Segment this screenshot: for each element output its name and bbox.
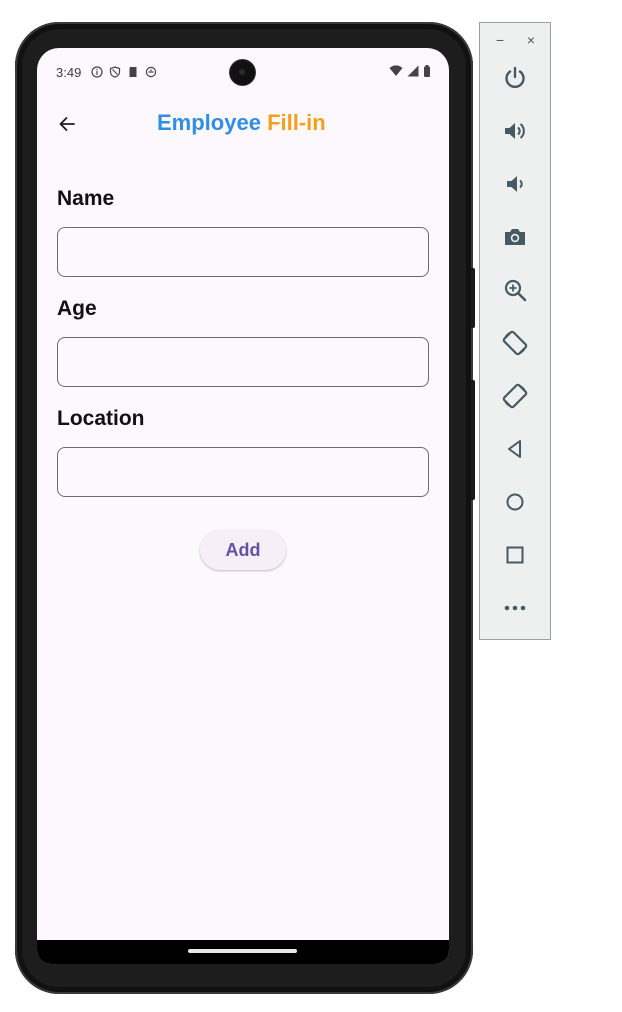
name-label: Name: [57, 187, 115, 210]
rotate-right-icon: [502, 383, 528, 409]
close-button[interactable]: ×: [522, 31, 540, 49]
add-button[interactable]: Add: [200, 530, 286, 570]
volume-down-icon: [507, 176, 523, 192]
rotate-left-icon: [502, 330, 528, 356]
toolbar-window-controls: − ×: [480, 31, 550, 49]
camera-icon: [505, 229, 525, 245]
arrow-back-icon: [59, 117, 75, 131]
zoom-icon: [504, 279, 527, 302]
back-button[interactable]: [49, 106, 85, 142]
power-icon: [505, 66, 525, 89]
phone-volume-keys: [471, 380, 475, 500]
info-icon: [91, 66, 103, 78]
power-button[interactable]: [501, 64, 529, 92]
device-screen: 3:49 Employee Fill-in Name Age Location …: [37, 48, 449, 964]
wifi-icon: [389, 64, 403, 80]
page-title: Employee Fill-in: [157, 110, 449, 136]
rotate-right-button[interactable]: [501, 382, 529, 410]
age-label: Age: [57, 297, 97, 320]
home-gesture-handle[interactable]: [188, 949, 297, 953]
sync-icon: [145, 66, 157, 78]
location-field[interactable]: [57, 447, 429, 497]
employee-form: Name Age Location: [57, 184, 429, 514]
phone-power-key: [471, 268, 475, 328]
age-field[interactable]: [57, 337, 429, 387]
screenshot-button[interactable]: [501, 223, 529, 251]
status-time: 3:49: [56, 64, 82, 80]
shield-icon: [109, 66, 121, 78]
front-camera: [230, 60, 255, 85]
volume-down-button[interactable]: [501, 170, 529, 198]
volume-up-icon: [505, 123, 525, 139]
nav-overview-button[interactable]: [501, 541, 529, 569]
volume-up-button[interactable]: [501, 117, 529, 145]
rotate-left-button[interactable]: [501, 329, 529, 357]
gesture-nav-bar: [37, 940, 449, 964]
app-bar: Employee Fill-in: [37, 96, 449, 152]
location-label: Location: [57, 407, 145, 430]
minimize-button[interactable]: −: [491, 31, 509, 49]
nav-home-button[interactable]: [501, 488, 529, 516]
signal-icon: [407, 65, 419, 80]
zoom-button[interactable]: [501, 276, 529, 304]
emulator-toolbar: − ×: [479, 22, 551, 640]
more-button[interactable]: [501, 594, 529, 622]
sd-card-icon: [127, 66, 139, 78]
page-title-part-1: Employee: [157, 110, 261, 135]
back-icon: [508, 440, 521, 458]
name-field[interactable]: [57, 227, 429, 277]
more-icon: [504, 605, 526, 611]
overview-icon: [506, 546, 524, 564]
page-title-part-2: Fill-in: [267, 110, 326, 135]
home-icon: [506, 493, 524, 511]
nav-back-button[interactable]: [501, 435, 529, 463]
battery-icon: [423, 64, 431, 80]
